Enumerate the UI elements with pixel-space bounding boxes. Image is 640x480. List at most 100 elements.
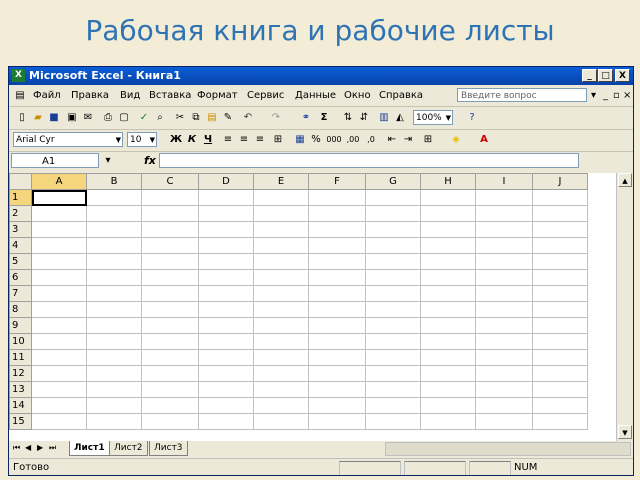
open-icon[interactable]: ▰ [31,111,45,124]
cell[interactable] [365,381,421,398]
cell[interactable] [532,237,588,254]
chart-wizard-icon[interactable]: ▥ [377,111,391,124]
cell[interactable] [420,397,476,414]
maximize-button[interactable]: □ [598,69,613,82]
cell[interactable] [532,397,588,414]
percent-button[interactable]: % [309,133,323,146]
cell[interactable] [532,317,588,334]
cell[interactable] [31,365,87,382]
cell[interactable] [141,221,199,238]
row-header-1[interactable]: 1 [9,189,32,206]
merge-center-icon[interactable]: ⊞ [271,133,285,146]
cell[interactable] [532,285,588,302]
cell[interactable] [253,365,309,382]
cell[interactable] [86,205,142,222]
font-color-icon[interactable]: A [477,133,491,146]
cell[interactable] [141,253,199,270]
cell[interactable] [141,349,199,366]
cell[interactable] [253,269,309,286]
mdi-restore-button[interactable]: ▫ [613,90,620,101]
cell[interactable] [308,285,366,302]
cell[interactable] [31,253,87,270]
spelling-icon[interactable]: ✓ [137,111,151,124]
cell[interactable] [532,365,588,382]
cell[interactable] [198,301,254,318]
cell[interactable] [532,221,588,238]
align-left-icon[interactable]: ≡ [221,133,235,146]
cell[interactable] [475,285,533,302]
cell[interactable] [475,333,533,350]
scroll-down-icon[interactable]: ▼ [618,425,632,439]
cell[interactable] [475,237,533,254]
cell[interactable] [141,381,199,398]
zoom-select[interactable]: 100% ▼ [413,110,453,125]
select-all-corner[interactable] [9,173,32,190]
cell[interactable] [253,205,309,222]
sort-desc-icon[interactable]: ⇵ [357,111,371,124]
cut-icon[interactable]: ✂ [173,111,187,124]
cell[interactable] [308,317,366,334]
row-header-3[interactable]: 3 [9,221,32,238]
cell[interactable] [198,381,254,398]
cell[interactable] [420,253,476,270]
cell[interactable] [198,333,254,350]
currency-icon[interactable]: ▦ [293,133,307,146]
increase-indent-icon[interactable]: ⇥ [401,133,415,146]
cell[interactable] [198,349,254,366]
cell[interactable] [475,381,533,398]
cell[interactable] [365,317,421,334]
cell[interactable] [253,333,309,350]
cell[interactable] [532,253,588,270]
cell[interactable] [365,333,421,350]
cell[interactable] [31,269,87,286]
cell[interactable] [308,301,366,318]
print-icon[interactable]: ⎙ [101,111,115,124]
cell[interactable] [420,317,476,334]
mdi-minimize-button[interactable]: _ [603,90,608,101]
row-header-5[interactable]: 5 [9,253,32,270]
new-icon[interactable]: ▯ [15,111,29,124]
column-header-j[interactable]: J [532,173,588,190]
cell[interactable] [365,269,421,286]
cell[interactable] [308,333,366,350]
cell[interactable] [198,221,254,238]
cell-table[interactable]: A B C D E F G H I J 1 2 3 4 5 6 7 8 9 10 11 12 13 14 15 [9,173,588,430]
cell[interactable] [365,253,421,270]
cell[interactable] [308,381,366,398]
first-sheet-icon[interactable]: ⏮ [13,443,20,453]
column-header-b[interactable]: B [86,173,142,190]
cell[interactable] [141,205,199,222]
horizontal-scrollbar[interactable] [385,442,631,456]
cell[interactable] [475,189,533,206]
cell[interactable] [253,189,309,206]
cell[interactable] [253,397,309,414]
cell[interactable] [86,397,142,414]
hyperlink-icon[interactable]: ⚭ [299,111,313,124]
copy-icon[interactable]: ⧉ [189,111,203,124]
underline-button[interactable]: Ч [201,133,215,146]
cell[interactable] [31,221,87,238]
column-header-a[interactable]: A [31,173,87,190]
menu-view[interactable]: Вид [120,90,140,101]
cell[interactable] [475,317,533,334]
cell[interactable] [141,397,199,414]
cell[interactable] [308,365,366,382]
cell[interactable] [31,413,87,430]
cell[interactable] [308,237,366,254]
cell[interactable] [420,333,476,350]
menu-insert[interactable]: Вставка [149,90,191,101]
active-cell-a1[interactable] [31,189,87,206]
name-box[interactable]: A1 [11,153,99,168]
cell[interactable] [253,317,309,334]
formula-input[interactable] [159,153,579,168]
menu-tools[interactable]: Сервис [247,90,284,101]
save-icon[interactable]: ■ [47,111,61,124]
cell[interactable] [141,413,199,430]
column-header-g[interactable]: G [365,173,421,190]
decrease-indent-icon[interactable]: ⇤ [385,133,399,146]
cell[interactable] [31,349,87,366]
cell[interactable] [308,253,366,270]
cell[interactable] [532,189,588,206]
cell[interactable] [365,189,421,206]
row-header-6[interactable]: 6 [9,269,32,286]
